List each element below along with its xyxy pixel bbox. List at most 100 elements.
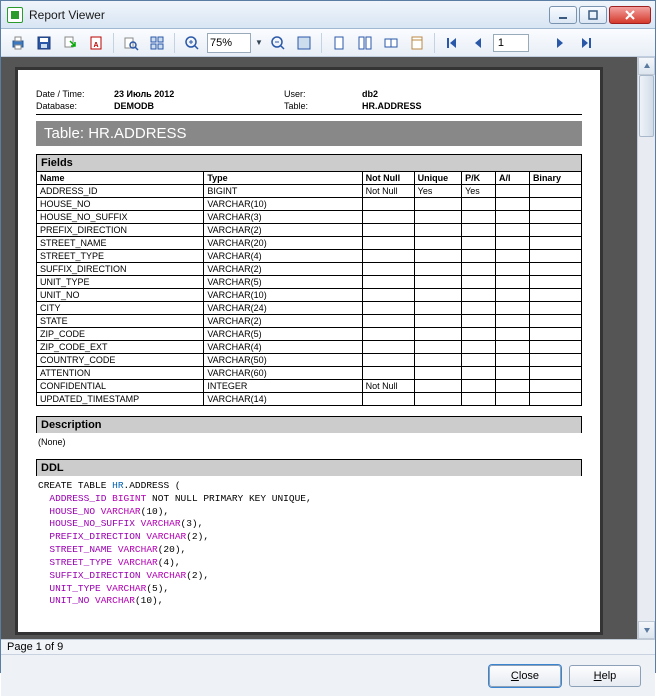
report-title: Table: HR.ADDRESS <box>36 121 582 146</box>
cell-not_null <box>362 211 414 224</box>
cell-type: VARCHAR(10) <box>204 289 362 302</box>
cell-ai <box>496 250 530 263</box>
page-input[interactable] <box>493 34 529 52</box>
svg-text:A: A <box>93 42 98 49</box>
cell-pk <box>462 224 496 237</box>
cell-binary <box>529 276 581 289</box>
cell-name: ZIP_CODE_EXT <box>37 341 204 354</box>
export-button[interactable] <box>59 32 81 54</box>
report-page: Date / Time: 23 Июль 2012 User: db2 Data… <box>15 67 603 635</box>
scroll-thumb[interactable] <box>639 75 654 137</box>
zoom-out-button[interactable] <box>267 32 289 54</box>
table-row: ATTENTIONVARCHAR(60) <box>37 367 582 380</box>
first-page-button[interactable] <box>441 32 463 54</box>
cell-unique <box>414 250 461 263</box>
scroll-down-button[interactable] <box>638 621 655 639</box>
meta-db-value: DEMODB <box>114 100 284 112</box>
cell-pk: Yes <box>462 185 496 198</box>
next-page-button[interactable] <box>549 32 571 54</box>
col-pk: P/K <box>462 172 496 185</box>
col-ai: A/I <box>496 172 530 185</box>
table-row: STATEVARCHAR(2) <box>37 315 582 328</box>
cell-not_null: Not Null <box>362 380 414 393</box>
cell-not_null <box>362 367 414 380</box>
minimize-button[interactable] <box>549 6 577 24</box>
table-row: ADDRESS_IDBIGINTNot NullYesYes <box>37 185 582 198</box>
cell-unique <box>414 237 461 250</box>
table-row: COUNTRY_CODEVARCHAR(50) <box>37 354 582 367</box>
thumbnails-button[interactable] <box>146 32 168 54</box>
window-title: Report Viewer <box>29 8 549 22</box>
cell-unique <box>414 328 461 341</box>
cell-type: VARCHAR(2) <box>204 315 362 328</box>
col-unique: Unique <box>414 172 461 185</box>
pdf-button[interactable]: A <box>85 32 107 54</box>
table-row: HOUSE_NO_SUFFIXVARCHAR(3) <box>37 211 582 224</box>
cell-unique <box>414 393 461 406</box>
cell-unique <box>414 302 461 315</box>
single-page-button[interactable] <box>328 32 350 54</box>
scroll-up-button[interactable] <box>638 57 655 75</box>
continuous-page-button[interactable] <box>354 32 376 54</box>
cell-name: ATTENTION <box>37 367 204 380</box>
cell-unique <box>414 341 461 354</box>
meta-db-label: Database: <box>36 100 114 112</box>
cell-pk <box>462 289 496 302</box>
close-button[interactable]: Close <box>489 665 561 687</box>
prev-page-button[interactable] <box>467 32 489 54</box>
facing-page-button[interactable] <box>380 32 402 54</box>
cell-name: PREFIX_DIRECTION <box>37 224 204 237</box>
vertical-scrollbar[interactable] <box>637 57 655 639</box>
page-setup-button[interactable] <box>406 32 428 54</box>
scroll-track[interactable] <box>638 75 655 621</box>
close-window-button[interactable] <box>609 6 651 24</box>
cell-pk <box>462 328 496 341</box>
table-row: SUFFIX_DIRECTIONVARCHAR(2) <box>37 263 582 276</box>
table-row: UNIT_TYPEVARCHAR(5) <box>37 276 582 289</box>
cell-name: SUFFIX_DIRECTION <box>37 263 204 276</box>
cell-name: ZIP_CODE <box>37 328 204 341</box>
cell-ai <box>496 263 530 276</box>
table-row: ZIP_CODE_EXTVARCHAR(4) <box>37 341 582 354</box>
meta-table-label: Table: <box>284 100 362 112</box>
last-page-button[interactable] <box>575 32 597 54</box>
titlebar: Report Viewer <box>1 1 655 29</box>
cell-type: VARCHAR(2) <box>204 224 362 237</box>
cell-not_null <box>362 302 414 315</box>
help-button[interactable]: Help <box>569 665 641 687</box>
zoom-combo[interactable] <box>207 33 251 53</box>
print-button[interactable] <box>7 32 29 54</box>
cell-binary <box>529 328 581 341</box>
cell-binary <box>529 237 581 250</box>
cell-pk <box>462 315 496 328</box>
cell-not_null <box>362 263 414 276</box>
toolbar: A ▼ <box>1 29 655 57</box>
cell-pk <box>462 198 496 211</box>
cell-binary <box>529 198 581 211</box>
cell-unique <box>414 276 461 289</box>
cell-ai <box>496 302 530 315</box>
maximize-button[interactable] <box>579 6 607 24</box>
meta-table-value: HR.ADDRESS <box>362 100 532 112</box>
cell-binary <box>529 289 581 302</box>
find-button[interactable] <box>120 32 142 54</box>
zoom-dropdown-icon[interactable]: ▼ <box>255 38 263 47</box>
cell-pk <box>462 354 496 367</box>
cell-name: STATE <box>37 315 204 328</box>
zoom-in-button[interactable] <box>181 32 203 54</box>
cell-not_null <box>362 276 414 289</box>
save-button[interactable] <box>33 32 55 54</box>
cell-ai <box>496 224 530 237</box>
cell-type: VARCHAR(50) <box>204 354 362 367</box>
cell-type: VARCHAR(2) <box>204 263 362 276</box>
cell-type: VARCHAR(4) <box>204 341 362 354</box>
cell-unique <box>414 315 461 328</box>
table-row: CITYVARCHAR(24) <box>37 302 582 315</box>
col-type: Type <box>204 172 362 185</box>
table-row: HOUSE_NOVARCHAR(10) <box>37 198 582 211</box>
cell-binary <box>529 224 581 237</box>
cell-name: COUNTRY_CODE <box>37 354 204 367</box>
fullscreen-button[interactable] <box>293 32 315 54</box>
table-row: PREFIX_DIRECTIONVARCHAR(2) <box>37 224 582 237</box>
cell-unique <box>414 380 461 393</box>
